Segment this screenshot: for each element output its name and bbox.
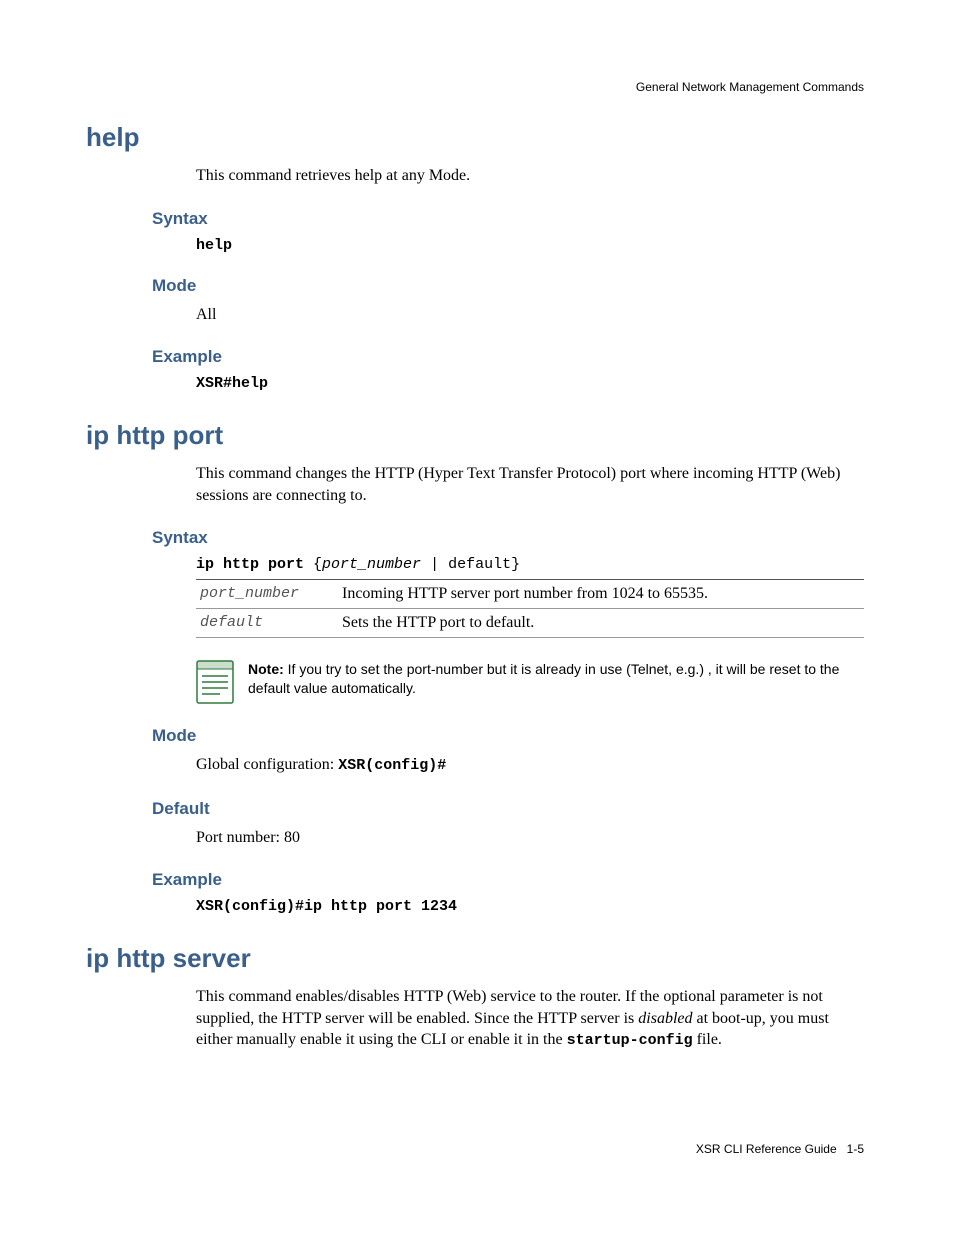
page-header: General Network Management Commands: [86, 80, 864, 94]
table-row: port_number Incoming HTTP server port nu…: [196, 580, 864, 609]
param-key: default: [200, 614, 342, 632]
desc-code: startup-config: [567, 1032, 693, 1049]
note-label: Note:: [248, 661, 284, 677]
section-title-ip-http-server: ip http server: [86, 943, 864, 974]
section-title-ip-http-port: ip http port: [86, 420, 864, 451]
param-desc: Sets the HTTP port to default.: [342, 614, 860, 632]
ip-http-port-mode-value: Global configuration: XSR(config)#: [196, 754, 864, 776]
table-row: default Sets the HTTP port to default.: [196, 609, 864, 638]
desc-part3: file.: [693, 1031, 722, 1048]
note-body: If you try to set the port-number but it…: [248, 661, 839, 696]
param-table: port_number Incoming HTTP server port nu…: [196, 579, 864, 638]
param-key: port_number: [200, 585, 342, 603]
footer-page: 1-5: [847, 1142, 864, 1156]
note-icon: [196, 660, 234, 704]
ip-http-port-syntax-heading: Syntax: [152, 528, 864, 548]
syntax-param: port_number: [322, 556, 421, 573]
help-example-heading: Example: [152, 347, 864, 367]
ip-http-server-description: This command enables/disables HTTP (Web)…: [196, 986, 864, 1051]
help-syntax-value: help: [196, 237, 864, 254]
syntax-brace-open: {: [313, 556, 322, 573]
ip-http-port-syntax-line: ip http port {port_number | default}: [196, 556, 864, 573]
help-mode-value: All: [196, 304, 864, 326]
ip-http-port-description: This command changes the HTTP (Hyper Tex…: [196, 463, 864, 506]
help-example-value: XSR#help: [196, 375, 864, 392]
page-footer: XSR CLI Reference Guide 1-5: [86, 1142, 864, 1156]
ip-http-port-default-heading: Default: [152, 799, 864, 819]
syntax-brace-close: | default}: [421, 556, 520, 573]
help-syntax-heading: Syntax: [152, 209, 864, 229]
ip-http-port-example-value: XSR(config)#ip http port 1234: [196, 898, 864, 915]
desc-italic: disabled: [638, 1010, 692, 1027]
note-text: Note: If you try to set the port-number …: [248, 660, 864, 698]
mode-prefix: Global configuration:: [196, 756, 338, 773]
note-box: Note: If you try to set the port-number …: [196, 660, 864, 704]
ip-http-port-default-value: Port number: 80: [196, 827, 864, 849]
ip-http-port-mode-heading: Mode: [152, 726, 864, 746]
param-desc: Incoming HTTP server port number from 10…: [342, 585, 860, 603]
ip-http-port-example-heading: Example: [152, 870, 864, 890]
mode-code: XSR(config)#: [338, 757, 446, 774]
footer-doc-title: XSR CLI Reference Guide: [696, 1142, 837, 1156]
help-description: This command retrieves help at any Mode.: [196, 165, 864, 187]
syntax-cmd-bold: ip http port: [196, 556, 313, 573]
help-mode-heading: Mode: [152, 276, 864, 296]
section-title-help: help: [86, 122, 864, 153]
